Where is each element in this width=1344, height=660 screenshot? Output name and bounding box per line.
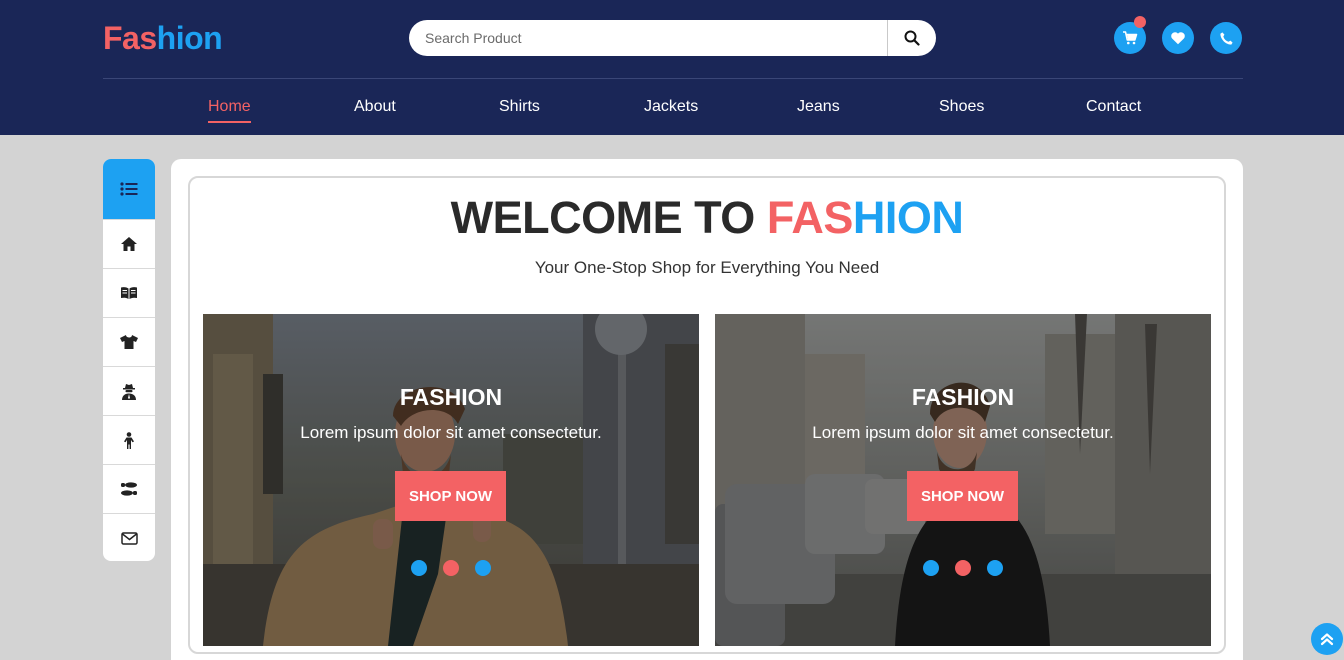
slide-text: Lorem ipsum dolor sit amet consectetur.	[300, 423, 602, 442]
nav-jackets[interactable]: Jackets	[644, 98, 698, 116]
sidebar-item-about[interactable]	[103, 268, 155, 317]
sidebar-item-contact[interactable]	[103, 513, 155, 561]
page-subtitle: Your One-Stop Shop for Everything You Ne…	[534, 258, 880, 277]
search-icon	[904, 30, 920, 46]
wishlist-button[interactable]	[1162, 22, 1194, 54]
sidebar-item-jeans[interactable]	[103, 415, 155, 464]
angles-up-icon	[1320, 633, 1334, 646]
carousel-dot-3[interactable]	[987, 560, 1003, 576]
page-title: WELCOME TO FASHION	[188, 192, 1226, 244]
carousel-dot-2[interactable]	[443, 560, 459, 576]
search-bar	[409, 20, 936, 56]
book-open-icon	[121, 287, 137, 299]
sidebar-item-home[interactable]	[103, 219, 155, 268]
title-part2: FAS	[766, 192, 854, 243]
sidebar-item-jackets[interactable]	[103, 366, 155, 415]
child-icon	[124, 431, 134, 449]
search-button[interactable]	[887, 20, 936, 56]
back-to-top-button[interactable]	[1311, 623, 1343, 655]
sidebar-item-shirts[interactable]	[103, 317, 155, 366]
carousel-dot-1[interactable]	[411, 560, 427, 576]
cart-icon	[1123, 31, 1138, 45]
shop-now-button[interactable]: SHOP NOW	[907, 471, 1018, 521]
shoe-prints-icon	[121, 482, 137, 496]
nav-shirts[interactable]: Shirts	[499, 98, 540, 116]
carousel-dot-2[interactable]	[955, 560, 971, 576]
sidebar-menu-toggle[interactable]	[103, 159, 155, 219]
shop-now-button[interactable]: SHOP NOW	[395, 471, 506, 521]
site-logo[interactable]: Fashion	[103, 20, 223, 57]
cart-badge	[1134, 16, 1146, 28]
phone-icon	[1219, 31, 1233, 45]
slide-title: FASHION	[911, 384, 1015, 410]
nav-about[interactable]: About	[354, 98, 396, 116]
search-input[interactable]	[409, 20, 887, 56]
list-icon	[120, 182, 138, 196]
phone-button[interactable]	[1210, 22, 1242, 54]
header-divider	[103, 78, 1243, 79]
category-sidebar	[103, 159, 155, 561]
sidebar-item-shoes[interactable]	[103, 464, 155, 513]
shirt-icon	[120, 335, 138, 349]
top-header: Fashion Home About Shirts Jackets Jeans …	[0, 0, 1344, 135]
carousel-dot-1[interactable]	[923, 560, 939, 576]
slide-title: FASHION	[399, 384, 503, 410]
logo-text-part1: Fas	[103, 20, 157, 56]
nav-home[interactable]: Home	[208, 98, 251, 123]
logo-text-part2: hion	[156, 20, 223, 56]
title-part3: HION	[852, 192, 964, 243]
carousel-dot-3[interactable]	[475, 560, 491, 576]
slide-text: Lorem ipsum dolor sit amet consectetur.	[812, 423, 1114, 442]
user-secret-icon	[122, 383, 136, 400]
envelope-icon	[120, 531, 138, 545]
nav-contact[interactable]: Contact	[1086, 98, 1141, 116]
carousel-slide-1: FASHION Lorem ipsum dolor sit amet conse…	[203, 314, 699, 646]
heart-icon	[1171, 32, 1185, 45]
cart-button[interactable]	[1114, 16, 1146, 54]
carousel-slide-2: FASHION Lorem ipsum dolor sit amet conse…	[715, 314, 1211, 646]
nav-jeans[interactable]: Jeans	[797, 98, 840, 116]
home-icon	[121, 237, 137, 251]
title-part1: WELCOME TO	[450, 192, 767, 243]
nav-shoes[interactable]: Shoes	[939, 98, 984, 116]
